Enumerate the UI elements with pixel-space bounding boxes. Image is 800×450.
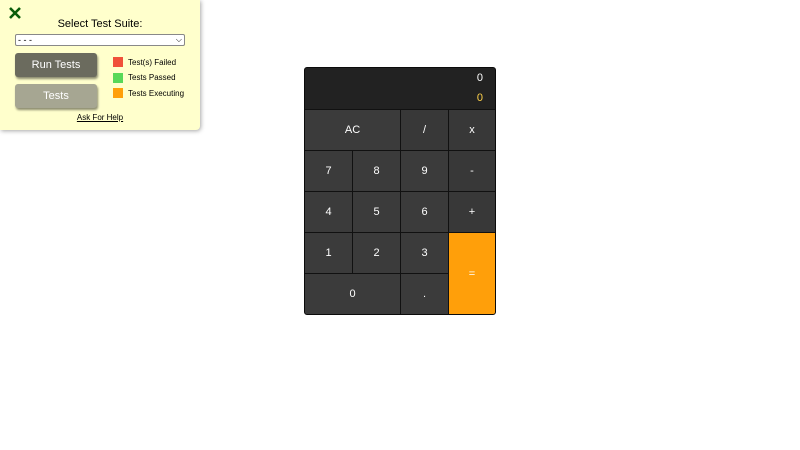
chevron-down-icon: ⌵ — [175, 35, 182, 44]
seven-button[interactable]: 7 — [305, 151, 352, 191]
add-button[interactable]: + — [449, 192, 495, 232]
test-suite-selected-value: - - - — [18, 35, 32, 45]
equals-button[interactable]: = — [449, 233, 495, 314]
run-tests-button[interactable]: Run Tests — [15, 53, 97, 77]
calculator: 0 0 AC / x 7 8 9 - 4 5 6 + 1 2 3 = 0 . — [304, 67, 496, 315]
divide-button[interactable]: / — [401, 110, 448, 150]
select-test-suite-label: Select Test Suite: — [57, 18, 143, 30]
legend-swatch-executing — [113, 88, 123, 98]
legend-label-executing: Tests Executing — [128, 88, 185, 98]
six-button[interactable]: 6 — [401, 192, 448, 232]
clear-button[interactable]: AC — [305, 110, 400, 150]
subtract-button[interactable]: - — [449, 151, 495, 191]
four-button[interactable]: 4 — [305, 192, 352, 232]
legend-label-failed: Test(s) Failed — [128, 57, 177, 67]
test-panel: Select Test Suite: - - - ⌵ Run Tests Tes… — [0, 0, 200, 130]
legend-swatch-passed — [113, 72, 123, 83]
legend-item-passed: Tests Passed — [113, 72, 184, 83]
two-button[interactable]: 2 — [353, 233, 400, 273]
output-display: 0 — [476, 92, 483, 104]
eight-button[interactable]: 8 — [353, 151, 400, 191]
legend-item-executing: Tests Executing — [113, 88, 184, 98]
ask-for-help-link[interactable]: Ask For Help — [0, 113, 200, 122]
calculator-display: 0 0 — [305, 68, 495, 109]
formula-display: 0 — [476, 72, 483, 84]
one-button[interactable]: 1 — [305, 233, 352, 273]
decimal-button[interactable]: . — [401, 274, 448, 314]
nine-button[interactable]: 9 — [401, 151, 448, 191]
legend-item-failed: Test(s) Failed — [113, 57, 184, 67]
three-button[interactable]: 3 — [401, 233, 448, 273]
zero-button[interactable]: 0 — [305, 274, 400, 314]
multiply-button[interactable]: x — [449, 110, 495, 150]
test-suite-select[interactable]: - - - ⌵ — [15, 34, 185, 46]
tests-button[interactable]: Tests — [15, 84, 97, 108]
five-button[interactable]: 5 — [353, 192, 400, 232]
legend-swatch-failed — [113, 57, 123, 67]
legend-label-passed: Tests Passed — [128, 73, 176, 82]
test-status-legend: Test(s) Failed Tests Passed Tests Execut… — [113, 57, 184, 104]
